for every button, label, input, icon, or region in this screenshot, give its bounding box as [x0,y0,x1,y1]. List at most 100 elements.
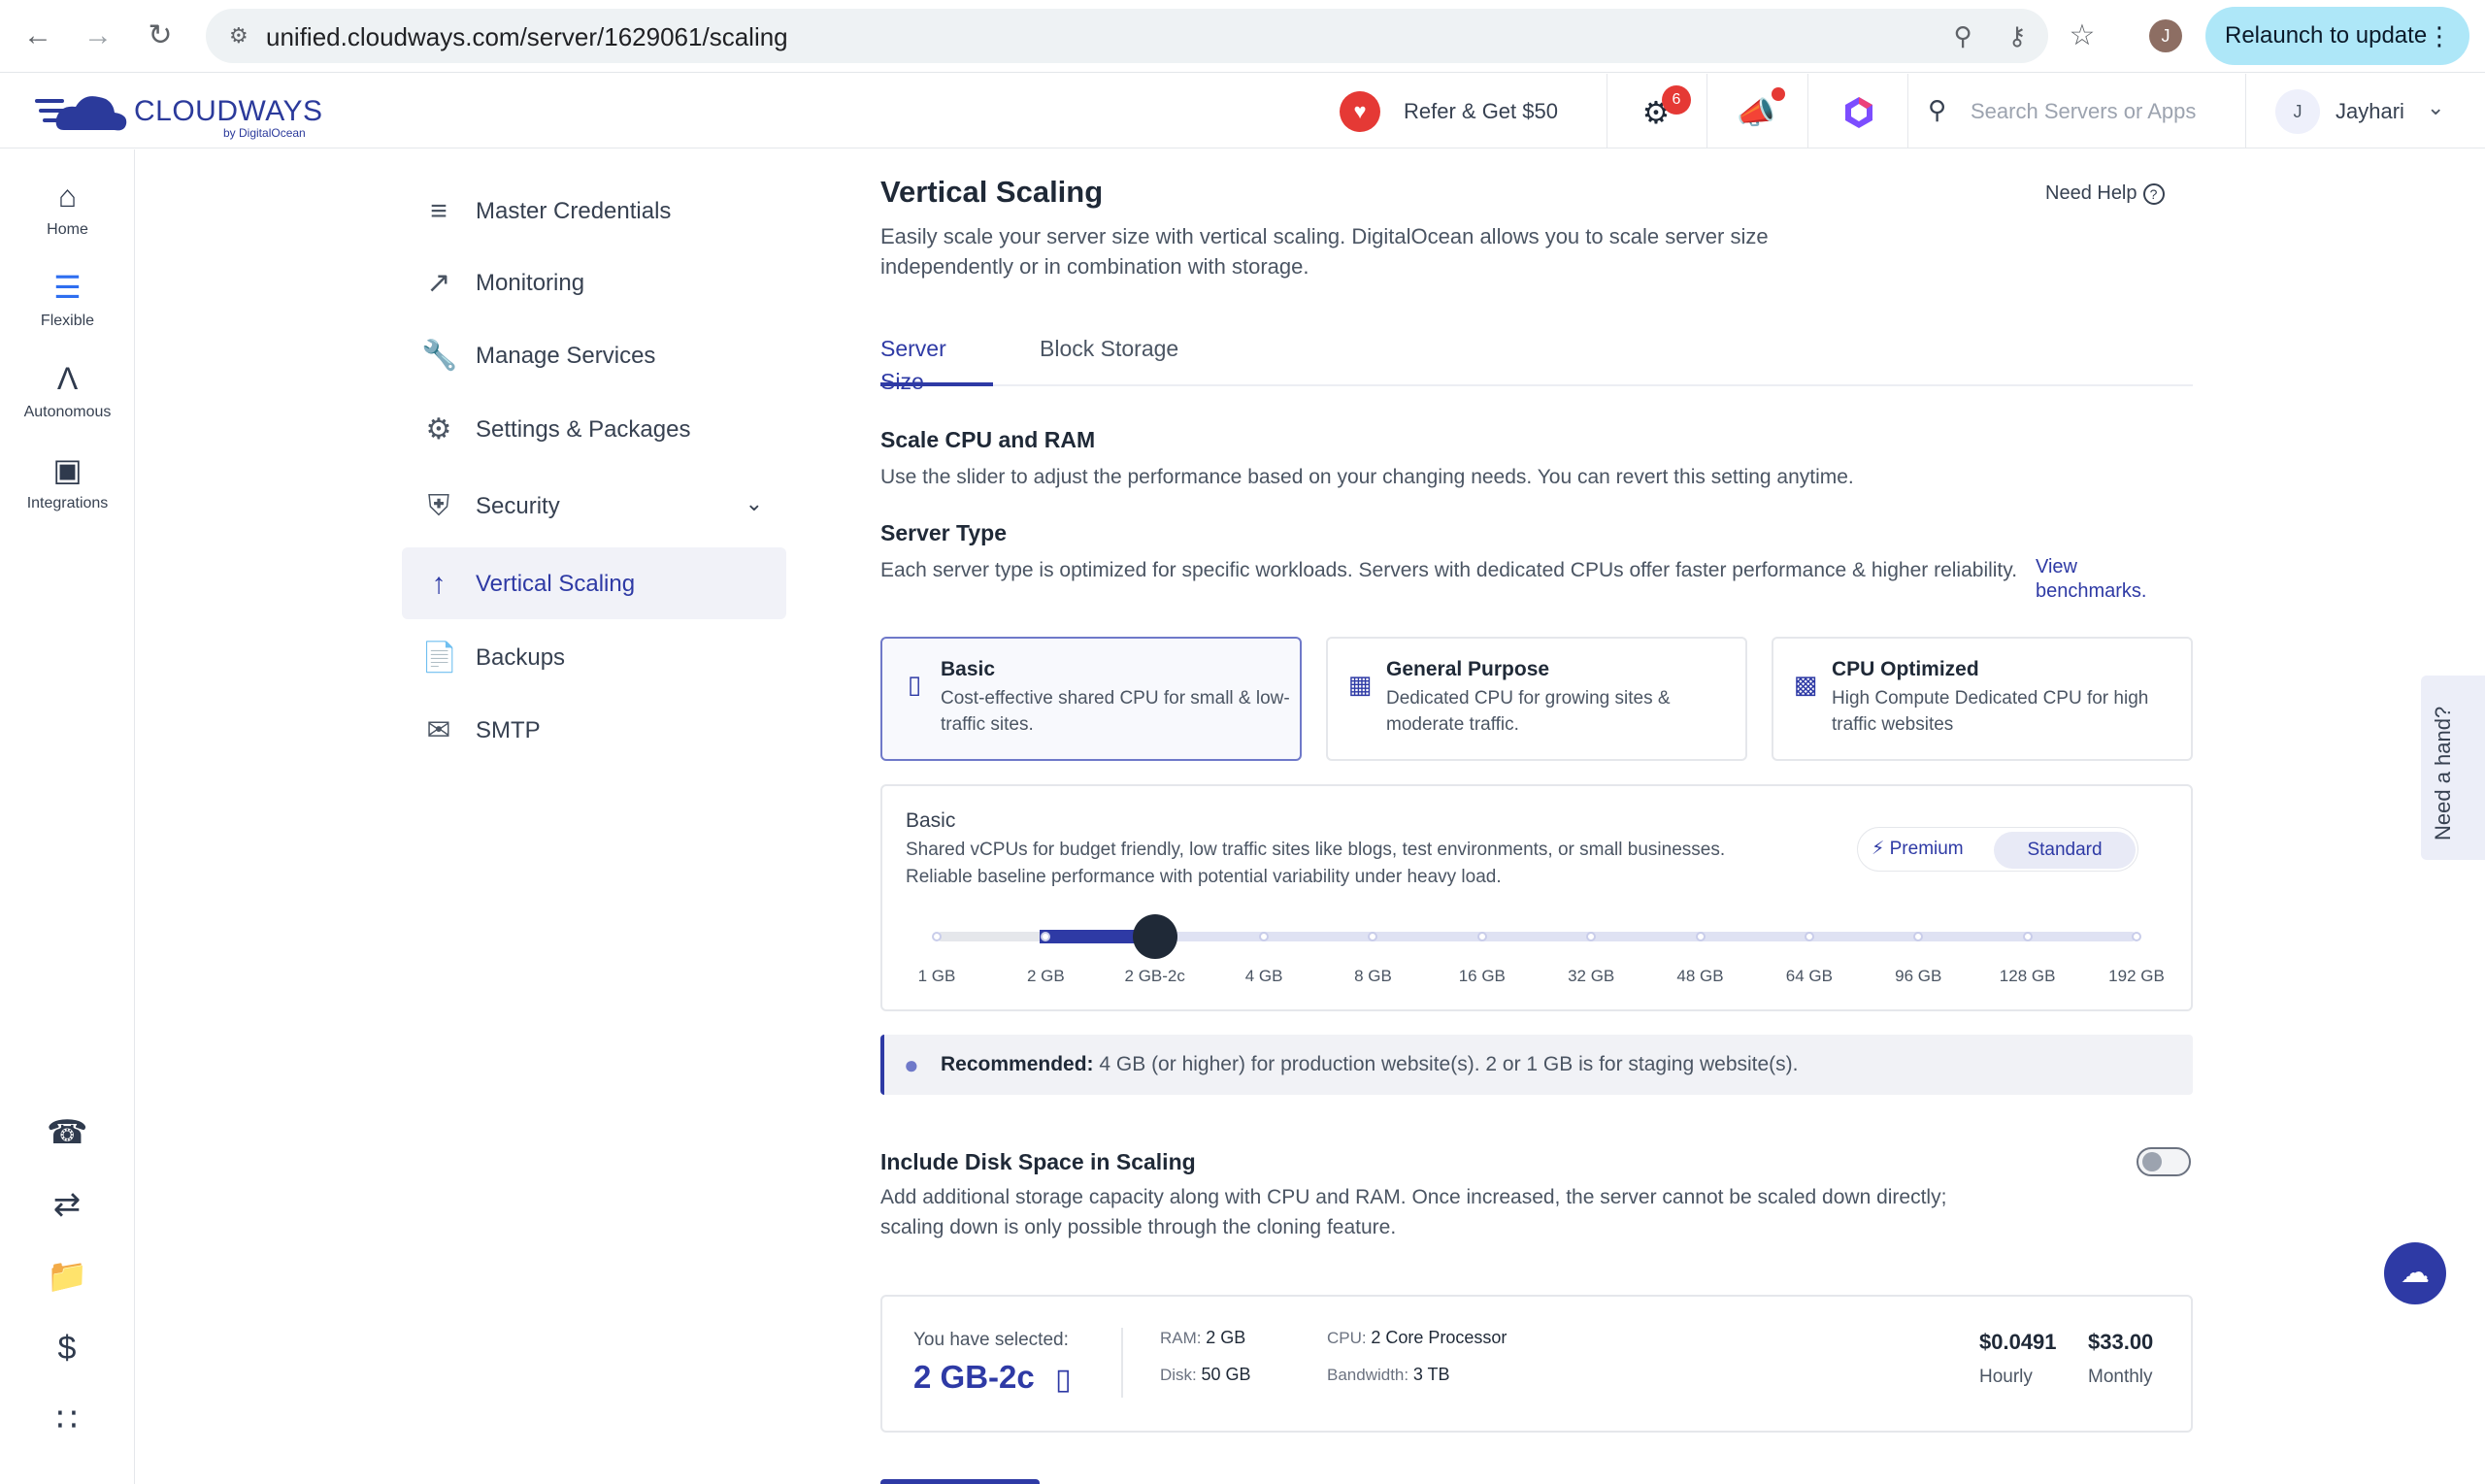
slider-tick[interactable] [1695,932,1706,941]
grid-icon: ▦ [1347,670,1373,699]
need-help-link[interactable]: Need Help? [2045,182,2165,205]
back-icon[interactable]: ← [21,19,54,52]
slider-handle[interactable] [1133,914,1177,959]
slider-tick-label[interactable]: 8 GB [1324,967,1421,986]
announcements-button[interactable]: 📣 [1707,74,1808,148]
home-icon: ⌂ [57,179,78,214]
subnav-label: Vertical Scaling [476,571,636,597]
cloudways-logo-icon[interactable] [35,87,128,136]
search-box[interactable]: ⚲ Search Servers or Apps [1928,74,2246,148]
logo-text[interactable]: CLOUDWAYS [134,95,323,128]
slider-tick-label[interactable]: 48 GB [1652,967,1749,986]
chat-assistant-icon[interactable]: ☁ [2384,1242,2446,1304]
need-a-hand-tab[interactable]: Need a hand? [2421,676,2485,860]
spec-bandwidth: Bandwidth: 3 TB [1327,1365,1450,1385]
folder-icon[interactable]: 📁 [47,1256,87,1297]
key-icon[interactable]: ⚷ [2002,20,2033,51]
slider-tick-label[interactable]: 2 GB-2c [1107,967,1204,986]
disk-scaling-toggle[interactable] [2137,1147,2191,1176]
search-input[interactable]: Search Servers or Apps [1971,99,2196,124]
slider-tick[interactable] [1804,932,1814,941]
slider-tick-label[interactable]: 128 GB [1979,967,2076,986]
subnav-security[interactable]: ⛨ Security ⌄ [402,470,786,542]
subnav-master-credentials[interactable]: ≡ Master Credentials [402,175,786,247]
scale-description: Use the slider to adjust the performance… [880,466,1854,488]
summary-divider [1121,1328,1123,1398]
chevron-down-icon: ⌄ [745,491,763,515]
slider-tick[interactable] [2132,932,2141,941]
apps-grid-icon[interactable]: ∷ [47,1400,87,1440]
subnav-backups[interactable]: 📄 Backups [402,621,786,693]
bookmark-star-icon[interactable]: ☆ [2066,19,2099,52]
rail-item-integrations[interactable]: ▣ Integrations [0,450,135,512]
ai-button[interactable] [1808,74,1908,148]
search-icon: ⚲ [1928,95,1947,124]
slider-tick-label[interactable]: 32 GB [1542,967,1640,986]
size-slider-panel: Basic Shared vCPUs for budget friendly, … [880,784,2193,1011]
refer-label: Refer & Get $50 [1404,99,1558,123]
slider-tick-label[interactable]: 64 GB [1761,967,1858,986]
slider-tick[interactable] [2022,932,2033,941]
copilot-icon [1845,97,1872,128]
summary-selected-label: You have selected: [913,1330,1069,1350]
recommendation-banner: ● Recommended: 4 GB (or higher) for prod… [880,1035,2193,1095]
user-avatar: J [2275,89,2320,134]
server-type-general-purpose[interactable]: ▦ General Purpose Dedicated CPU for grow… [1326,637,1747,761]
server-type-cpu-optimized[interactable]: ▩ CPU Optimized High Compute Dedicated C… [1772,637,2193,761]
tier-toggle: ⚡ Premium Standard [1857,827,2138,872]
server-icon: ▯ [907,670,922,699]
server-icon: ▯ [1055,1364,1072,1396]
chevron-down-icon: ⌄ [2427,95,2445,119]
subnav-smtp[interactable]: ✉ SMTP [402,694,786,766]
slider-tick-label[interactable]: 192 GB [2088,967,2185,986]
team-sync-icon[interactable]: ⇄ [47,1184,87,1225]
refer-button[interactable]: ♥ Refer & Get $50 [1340,74,1607,148]
subnav-manage-services[interactable]: 🔧 Manage Services [402,319,786,391]
rail-item-flexible[interactable]: ☰ Flexible [0,268,135,330]
profile-avatar[interactable]: J [2149,19,2182,52]
slider-tick-label[interactable]: 1 GB [888,967,985,986]
server-type-basic[interactable]: ▯ Basic Cost-effective shared CPU for sm… [880,637,1302,761]
subnav-label: Monitoring [476,270,585,296]
shield-icon: ⛨ [427,490,450,522]
lightbulb-icon: ● [904,1050,919,1079]
zoom-icon[interactable]: ⚲ [1947,20,1978,51]
more-vert-icon[interactable]: ⋮ [2427,7,2452,65]
slider-tick-label[interactable]: 4 GB [1215,967,1312,986]
rail-item-autonomous[interactable]: Λ Autonomous [0,359,135,421]
benchmarks-link[interactable]: View benchmarks. [2036,555,2171,604]
server-type-desc: Cost-effective shared CPU for small & lo… [941,688,1290,735]
scale-server-button[interactable] [880,1479,1040,1484]
flexible-icon: ☰ [53,270,82,305]
url-text[interactable]: unified.cloudways.com/server/1629061/sca… [266,22,788,52]
reload-icon[interactable]: ↻ [144,19,177,52]
user-menu[interactable]: J Jayhari ⌄ [2275,87,2469,136]
spec-label: CPU: [1327,1329,1367,1347]
standard-option[interactable]: Standard [1994,832,2136,869]
slider-tick[interactable] [1476,932,1487,941]
slider-tick-label[interactable]: 96 GB [1870,967,1967,986]
subnav-settings-packages[interactable]: ⚙ Settings & Packages [402,393,786,465]
premium-option[interactable]: ⚡ Premium [1872,838,1964,860]
slider-tick[interactable] [932,932,942,941]
relaunch-button[interactable]: Relaunch to update ⋮ [2205,7,2469,65]
subnav-monitoring[interactable]: ↗ Monitoring [402,247,786,318]
tab-server-size[interactable]: Server Size [880,332,993,394]
rail-item-label: Flexible [40,313,95,329]
address-bar[interactable]: ⚙ unified.cloudways.com/server/1629061/s… [206,9,2048,63]
support-icon[interactable]: ☎ [47,1112,87,1153]
spec-value: 2 Core Processor [1371,1328,1508,1347]
server-type-description: Each server type is optimized for specif… [880,559,2018,581]
spec-disk: Disk: 50 GB [1160,1365,1251,1385]
slider-tick-label[interactable]: 2 GB [997,967,1094,986]
subnav-vertical-scaling[interactable]: ↑ Vertical Scaling [402,547,786,619]
rail-item-label: Integrations [26,495,109,511]
bot-button[interactable]: ⚙ 6 [1607,74,1707,148]
forward-icon[interactable]: → [82,19,115,52]
autonomous-icon: Λ [56,361,79,396]
billing-icon[interactable]: $ [47,1328,87,1369]
tab-block-storage[interactable]: Block Storage [1040,332,1178,386]
site-settings-icon[interactable]: ⚙ [229,24,254,48]
rail-item-home[interactable]: ⌂ Home [0,177,135,239]
slider-tick-label[interactable]: 16 GB [1434,967,1531,986]
